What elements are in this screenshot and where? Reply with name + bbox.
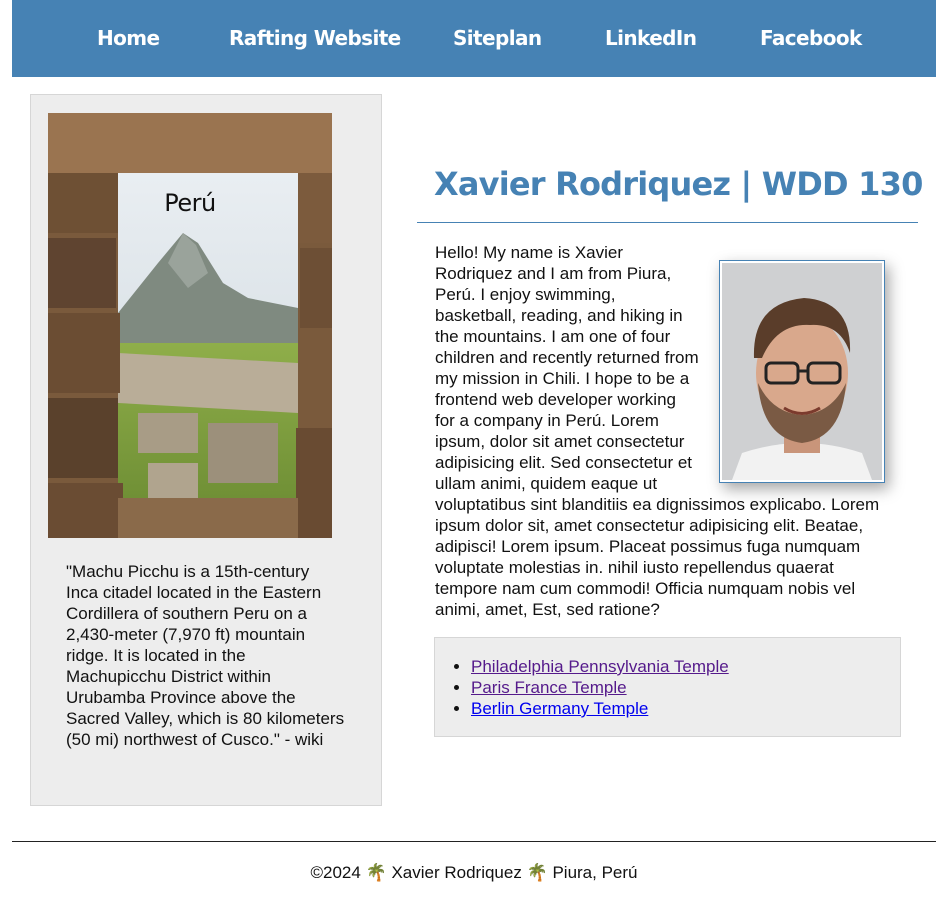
- bio-section: Hello! My name is Xavier Rodriquez and I…: [435, 242, 885, 620]
- top-nav: Home Rafting Website Siteplan LinkedIn F…: [12, 0, 936, 77]
- nav-facebook-link[interactable]: Facebook: [760, 24, 862, 52]
- machu-picchu-illustration: [48, 113, 332, 538]
- list-item: Philadelphia Pennsylvania Temple: [471, 656, 729, 677]
- profile-photo: [719, 260, 885, 483]
- page-title: Xavier Rodriquez | WDD 130: [434, 165, 923, 203]
- footer-divider: [12, 841, 936, 842]
- footer-text: ©2024 🌴 Xavier Rodriquez 🌴 Piura, Perú: [310, 863, 638, 882]
- nav-rafting-website-link[interactable]: Rafting Website: [229, 24, 401, 52]
- temple-link-berlin[interactable]: Berlin Germany Temple: [471, 699, 648, 718]
- temples-panel: Philadelphia Pennsylvania Temple Paris F…: [434, 637, 901, 737]
- nav-linkedin-link[interactable]: LinkedIn: [605, 24, 697, 52]
- title-divider: [417, 222, 918, 223]
- temple-link-philadelphia[interactable]: Philadelphia Pennsylvania Temple: [471, 657, 729, 676]
- list-item: Paris France Temple: [471, 677, 729, 698]
- image-caption: Perú: [164, 189, 216, 217]
- sidebar-panel: Perú "Machu Picchu is a 15th-century Inc…: [30, 94, 382, 806]
- temples-list: Philadelphia Pennsylvania Temple Paris F…: [471, 656, 729, 719]
- nav-siteplan-link[interactable]: Siteplan: [453, 24, 542, 52]
- machu-picchu-quote: "Machu Picchu is a 15th-century Inca cit…: [66, 562, 345, 749]
- temple-link-paris[interactable]: Paris France Temple: [471, 678, 627, 697]
- machu-picchu-image: Perú: [48, 113, 332, 538]
- list-item: Berlin Germany Temple: [471, 698, 729, 719]
- nav-home-link[interactable]: Home: [97, 24, 160, 52]
- portrait-illustration: [722, 263, 882, 480]
